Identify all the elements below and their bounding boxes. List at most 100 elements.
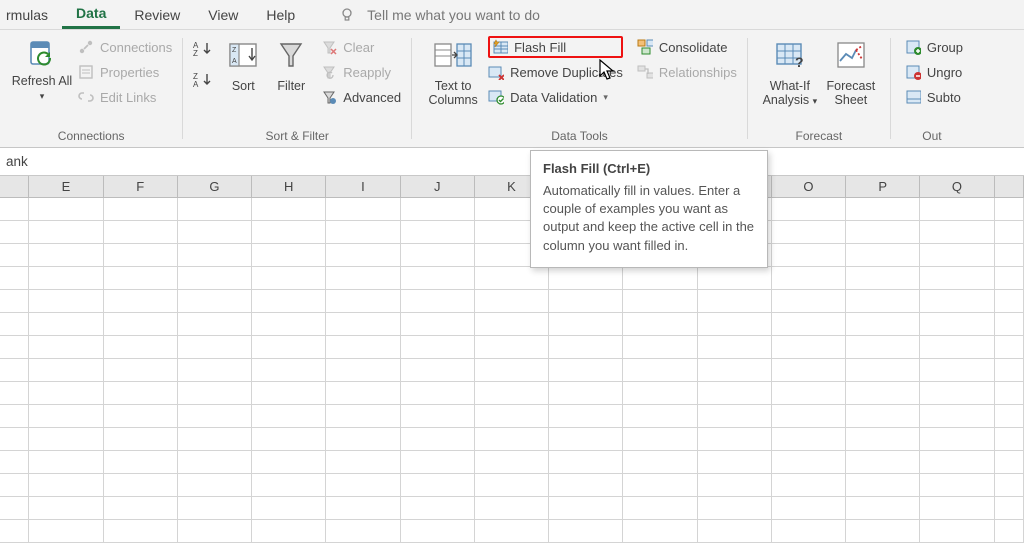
cell[interactable] bbox=[475, 451, 549, 474]
cell[interactable] bbox=[549, 313, 623, 336]
cell[interactable] bbox=[475, 290, 549, 313]
consolidate-button[interactable]: Consolidate bbox=[637, 36, 737, 58]
col-header[interactable]: O bbox=[772, 176, 846, 197]
cell[interactable] bbox=[549, 359, 623, 382]
cell[interactable] bbox=[401, 428, 475, 451]
cell[interactable] bbox=[326, 474, 400, 497]
col-header[interactable]: I bbox=[326, 176, 400, 197]
cell[interactable] bbox=[104, 267, 178, 290]
cell[interactable] bbox=[29, 497, 103, 520]
cell[interactable] bbox=[846, 198, 920, 221]
cell[interactable] bbox=[772, 382, 846, 405]
cell[interactable] bbox=[698, 290, 772, 313]
cell[interactable] bbox=[252, 428, 326, 451]
cell[interactable] bbox=[29, 451, 103, 474]
cell[interactable] bbox=[0, 451, 29, 474]
cell[interactable] bbox=[623, 290, 697, 313]
cell[interactable] bbox=[623, 405, 697, 428]
cell[interactable] bbox=[698, 382, 772, 405]
cell[interactable] bbox=[252, 221, 326, 244]
cell[interactable] bbox=[0, 313, 29, 336]
cell[interactable] bbox=[29, 290, 103, 313]
cell[interactable] bbox=[326, 520, 400, 543]
cell[interactable] bbox=[549, 290, 623, 313]
filter-button[interactable]: Filter bbox=[267, 36, 315, 93]
clear-filter-button[interactable]: Clear bbox=[321, 36, 401, 58]
cell[interactable] bbox=[772, 313, 846, 336]
cell[interactable] bbox=[178, 221, 252, 244]
cell[interactable] bbox=[0, 428, 29, 451]
cell[interactable] bbox=[698, 474, 772, 497]
cell[interactable] bbox=[846, 428, 920, 451]
cell[interactable] bbox=[549, 474, 623, 497]
cell[interactable] bbox=[104, 405, 178, 428]
cell[interactable] bbox=[549, 497, 623, 520]
cell[interactable] bbox=[549, 405, 623, 428]
cell[interactable] bbox=[995, 290, 1024, 313]
cell[interactable] bbox=[772, 290, 846, 313]
cell[interactable] bbox=[772, 451, 846, 474]
reapply-button[interactable]: Reapply bbox=[321, 61, 401, 83]
col-header[interactable]: H bbox=[252, 176, 326, 197]
tell-me-search[interactable]: Tell me what you want to do bbox=[339, 7, 540, 23]
cell[interactable] bbox=[252, 198, 326, 221]
tab-data[interactable]: Data bbox=[62, 0, 120, 29]
cell[interactable] bbox=[772, 336, 846, 359]
cell[interactable] bbox=[475, 520, 549, 543]
cell[interactable] bbox=[995, 520, 1024, 543]
table-row[interactable] bbox=[0, 267, 1024, 290]
cell[interactable] bbox=[0, 474, 29, 497]
cell[interactable] bbox=[29, 428, 103, 451]
cell[interactable] bbox=[401, 359, 475, 382]
col-header[interactable]: P bbox=[846, 176, 920, 197]
cell[interactable] bbox=[178, 244, 252, 267]
table-row[interactable] bbox=[0, 428, 1024, 451]
cell[interactable] bbox=[326, 382, 400, 405]
cell[interactable] bbox=[326, 405, 400, 428]
cell[interactable] bbox=[920, 290, 994, 313]
cell[interactable] bbox=[252, 267, 326, 290]
cell[interactable] bbox=[920, 244, 994, 267]
cell[interactable] bbox=[698, 313, 772, 336]
cell[interactable] bbox=[178, 520, 252, 543]
table-row[interactable] bbox=[0, 198, 1024, 221]
cell[interactable] bbox=[326, 497, 400, 520]
cell[interactable] bbox=[104, 451, 178, 474]
connections-button[interactable]: Connections bbox=[78, 36, 172, 58]
cell[interactable] bbox=[920, 451, 994, 474]
cell[interactable] bbox=[104, 474, 178, 497]
cell[interactable] bbox=[995, 428, 1024, 451]
cell[interactable] bbox=[252, 359, 326, 382]
cell[interactable] bbox=[920, 313, 994, 336]
cell[interactable] bbox=[104, 290, 178, 313]
cell[interactable] bbox=[401, 405, 475, 428]
cell[interactable] bbox=[698, 405, 772, 428]
cell[interactable] bbox=[475, 497, 549, 520]
cell[interactable] bbox=[401, 520, 475, 543]
cell[interactable] bbox=[178, 474, 252, 497]
cell[interactable] bbox=[549, 451, 623, 474]
cell[interactable] bbox=[326, 290, 400, 313]
cell[interactable] bbox=[326, 198, 400, 221]
data-validation-button[interactable]: Data Validation ▾ bbox=[488, 86, 623, 108]
cell[interactable] bbox=[401, 267, 475, 290]
table-row[interactable] bbox=[0, 451, 1024, 474]
cell[interactable] bbox=[846, 405, 920, 428]
cell[interactable] bbox=[995, 267, 1024, 290]
cell[interactable] bbox=[846, 336, 920, 359]
cell[interactable] bbox=[29, 382, 103, 405]
cell[interactable] bbox=[772, 474, 846, 497]
cell[interactable] bbox=[920, 520, 994, 543]
cell[interactable] bbox=[252, 520, 326, 543]
cell[interactable] bbox=[104, 520, 178, 543]
cell[interactable] bbox=[0, 359, 29, 382]
cell[interactable] bbox=[104, 497, 178, 520]
cell[interactable] bbox=[772, 405, 846, 428]
cell[interactable] bbox=[29, 198, 103, 221]
cell[interactable] bbox=[920, 359, 994, 382]
cell[interactable] bbox=[104, 359, 178, 382]
cell[interactable] bbox=[995, 451, 1024, 474]
cell[interactable] bbox=[475, 405, 549, 428]
cell[interactable] bbox=[995, 497, 1024, 520]
cell[interactable] bbox=[698, 267, 772, 290]
